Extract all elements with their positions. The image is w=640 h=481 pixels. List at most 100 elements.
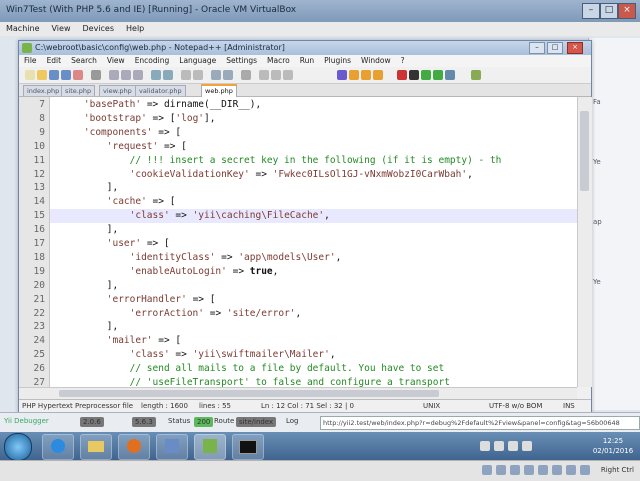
close-file-icon[interactable] xyxy=(73,70,83,80)
menu-help[interactable]: ? xyxy=(396,55,410,66)
volume-icon[interactable] xyxy=(522,441,532,451)
menu-view[interactable]: View xyxy=(102,55,130,66)
menu-settings[interactable]: Settings xyxy=(221,55,262,66)
background-browser-window: Fa Ye ap Ye xyxy=(588,38,640,410)
hard-disk-icon[interactable] xyxy=(482,465,492,475)
explorer-taskbar-icon[interactable] xyxy=(80,434,112,460)
menu-search[interactable]: Search xyxy=(66,55,102,66)
vertical-scroll-thumb[interactable] xyxy=(580,111,589,191)
menu-devices[interactable]: Devices xyxy=(76,22,120,35)
zoom-out-icon[interactable] xyxy=(223,70,233,80)
status-language: PHP Hypertext Preprocessor file xyxy=(22,402,134,410)
optical-drive-icon[interactable] xyxy=(496,465,506,475)
paste-icon[interactable] xyxy=(133,70,143,80)
start-button[interactable] xyxy=(4,433,32,461)
npp-maximize-button[interactable]: □ xyxy=(547,42,563,54)
redo-icon[interactable] xyxy=(163,70,173,80)
line-number: 17 xyxy=(33,238,45,249)
usb-icon[interactable] xyxy=(510,465,520,475)
plugin-icon[interactable] xyxy=(349,70,359,80)
yii-debug-toolbar: Yii Debugger 2.0.6 5.6.3 Status 200 Rout… xyxy=(0,412,640,433)
word-wrap-icon[interactable] xyxy=(259,70,269,80)
menu-machine[interactable]: Machine xyxy=(0,22,46,35)
tab-site[interactable]: site.php xyxy=(61,85,96,96)
plugin-icon[interactable] xyxy=(337,70,347,80)
play-macro-icon[interactable] xyxy=(421,70,431,80)
status-position: Ln : 12 Col : 71 Sel : 32 | 0 xyxy=(261,402,355,410)
tray-icon[interactable] xyxy=(494,441,504,451)
zoom-in-icon[interactable] xyxy=(211,70,221,80)
mouse-integration-icon[interactable] xyxy=(566,465,576,475)
notepadpp-taskbar-icon[interactable] xyxy=(194,434,226,460)
close-button[interactable]: × xyxy=(618,3,636,19)
display-icon[interactable] xyxy=(552,465,562,475)
yii-version-badge[interactable]: 2.0.6 xyxy=(80,417,104,427)
address-bar[interactable]: http://yii2.test/web/index.php?r=debug%2… xyxy=(320,416,640,430)
plugin-icon[interactable] xyxy=(373,70,383,80)
print-icon[interactable] xyxy=(91,70,101,80)
line-number: 24 xyxy=(33,335,45,347)
status-code-badge[interactable]: 200 xyxy=(194,417,214,427)
open-file-icon[interactable] xyxy=(37,70,47,80)
menu-view[interactable]: View xyxy=(46,22,77,35)
copy-icon[interactable] xyxy=(121,70,131,80)
menu-edit[interactable]: Edit xyxy=(42,55,67,66)
tray-icon[interactable] xyxy=(480,441,490,451)
undo-icon[interactable] xyxy=(151,70,161,80)
tab-web-active[interactable]: web.php xyxy=(201,84,237,97)
php-version-badge[interactable]: 5.6.3 xyxy=(132,417,156,427)
cmd-taskbar-icon[interactable] xyxy=(232,434,264,460)
line-number: 9 xyxy=(39,126,45,138)
find-icon[interactable] xyxy=(181,70,191,80)
maximize-button[interactable]: □ xyxy=(600,3,618,19)
menu-file[interactable]: File xyxy=(19,55,42,66)
code-line: ], xyxy=(61,182,119,194)
run-macro-multiple-icon[interactable] xyxy=(433,70,443,80)
tab-view[interactable]: view.php xyxy=(99,85,136,96)
menu-macro[interactable]: Macro xyxy=(262,55,295,66)
horizontal-scroll-thumb[interactable] xyxy=(59,390,439,397)
plugin-icon[interactable] xyxy=(471,70,481,80)
debugger-label[interactable]: Yii Debugger xyxy=(4,417,49,425)
menu-encoding[interactable]: Encoding xyxy=(130,55,175,66)
line-number: 23 xyxy=(33,321,45,333)
menu-language[interactable]: Language xyxy=(174,55,221,66)
stop-macro-icon[interactable] xyxy=(409,70,419,80)
menu-run[interactable]: Run xyxy=(295,55,319,66)
save-all-icon[interactable] xyxy=(61,70,71,80)
sync-scroll-icon[interactable] xyxy=(241,70,251,80)
show-all-chars-icon[interactable] xyxy=(271,70,281,80)
network-adapter-icon[interactable] xyxy=(538,465,548,475)
cut-icon[interactable] xyxy=(109,70,119,80)
menu-window[interactable]: Window xyxy=(356,55,396,66)
code-editor[interactable]: 7 8 9 10 11 12 13 14 15 16 17 18 19 20 21 22 23 24 25 26 27 … xyxy=(19,97,577,387)
menu-help[interactable]: Help xyxy=(120,22,150,35)
save-icon[interactable] xyxy=(49,70,59,80)
npp-close-button[interactable]: × xyxy=(567,42,583,54)
record-macro-icon[interactable] xyxy=(397,70,407,80)
replace-icon[interactable] xyxy=(193,70,203,80)
taskbar-clock[interactable]: 12:25 02/01/2016 xyxy=(590,436,636,456)
ie-taskbar-icon[interactable] xyxy=(42,434,74,460)
indent-guide-icon[interactable] xyxy=(283,70,293,80)
tab-index[interactable]: index.php xyxy=(23,85,64,96)
line-number: 18 xyxy=(33,251,45,263)
host-key-icon xyxy=(580,465,590,475)
menu-plugins[interactable]: Plugins xyxy=(319,55,356,66)
minimize-button[interactable]: – xyxy=(582,3,600,19)
npp-minimize-button[interactable]: – xyxy=(529,42,545,54)
code-line: ], xyxy=(61,279,119,291)
save-macro-icon[interactable] xyxy=(445,70,455,80)
new-file-icon[interactable] xyxy=(25,70,35,80)
line-number: 27 xyxy=(33,377,45,387)
network-icon[interactable] xyxy=(508,441,518,451)
shared-folder-icon[interactable] xyxy=(524,465,534,475)
virtualbox-taskbar-icon[interactable] xyxy=(156,434,188,460)
vertical-scrollbar[interactable] xyxy=(577,97,592,387)
tab-validator[interactable]: validator.php xyxy=(135,85,186,96)
plugin-icon[interactable] xyxy=(361,70,371,80)
line-number: 26 xyxy=(33,363,45,375)
log-label[interactable]: Log xyxy=(286,417,299,425)
media-player-taskbar-icon[interactable] xyxy=(118,434,150,460)
route-badge[interactable]: site/index xyxy=(236,417,277,427)
